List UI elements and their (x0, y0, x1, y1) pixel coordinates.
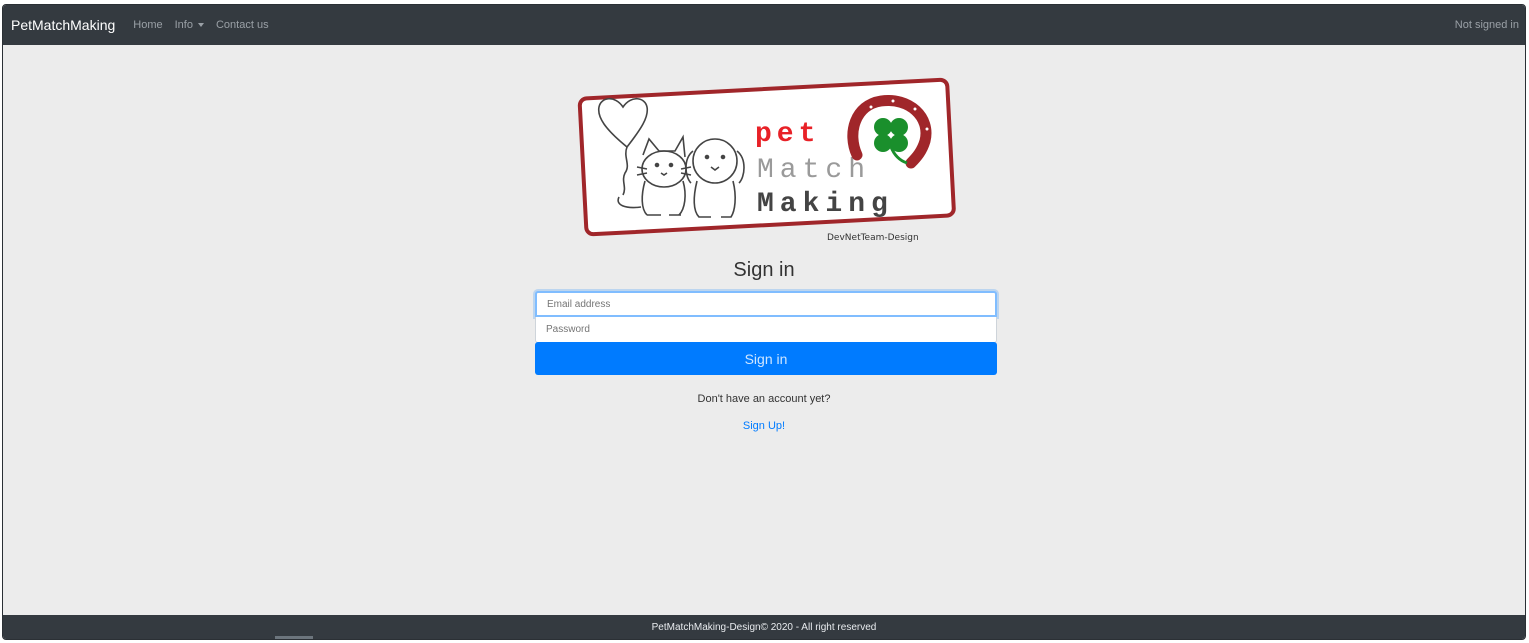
no-account-text: Don't have an account yet? (697, 393, 831, 405)
petmatchmaking-logo: pet Match Making DevNetTeam-Design (577, 77, 956, 243)
nav-info-dropdown[interactable]: Info (175, 19, 204, 31)
navbar: PetMatchMaking Home Info Contact us Not … (3, 5, 1525, 45)
nav-info-label: Info (174, 19, 193, 31)
nav-home-link[interactable]: Home (133, 19, 162, 31)
horizontal-scrollbar-thumb[interactable] (275, 636, 313, 639)
caret-down-icon (197, 23, 204, 27)
password-field[interactable] (535, 317, 997, 343)
logo-credit: DevNetTeam-Design (827, 233, 919, 243)
signin-button[interactable]: Sign in (535, 342, 997, 375)
footer: PetMatchMaking-Design© 2020 - All right … (3, 615, 1525, 639)
browser-viewport: PetMatchMaking Home Info Contact us Not … (2, 4, 1526, 640)
logo-text-match: Match (757, 155, 871, 186)
nav-contact-link[interactable]: Contact us (216, 19, 269, 31)
signin-status: Not signed in (1454, 19, 1519, 31)
logo-text-making: Making (757, 189, 894, 220)
logo-text-pet: pet (755, 119, 820, 150)
signin-title: Sign in (733, 259, 795, 281)
footer-text: PetMatchMaking-Design© 2020 - All right … (651, 621, 877, 633)
email-field[interactable] (535, 291, 997, 317)
navbar-brand[interactable]: PetMatchMaking (11, 17, 115, 33)
signup-link[interactable]: Sign Up! (3, 420, 1525, 432)
